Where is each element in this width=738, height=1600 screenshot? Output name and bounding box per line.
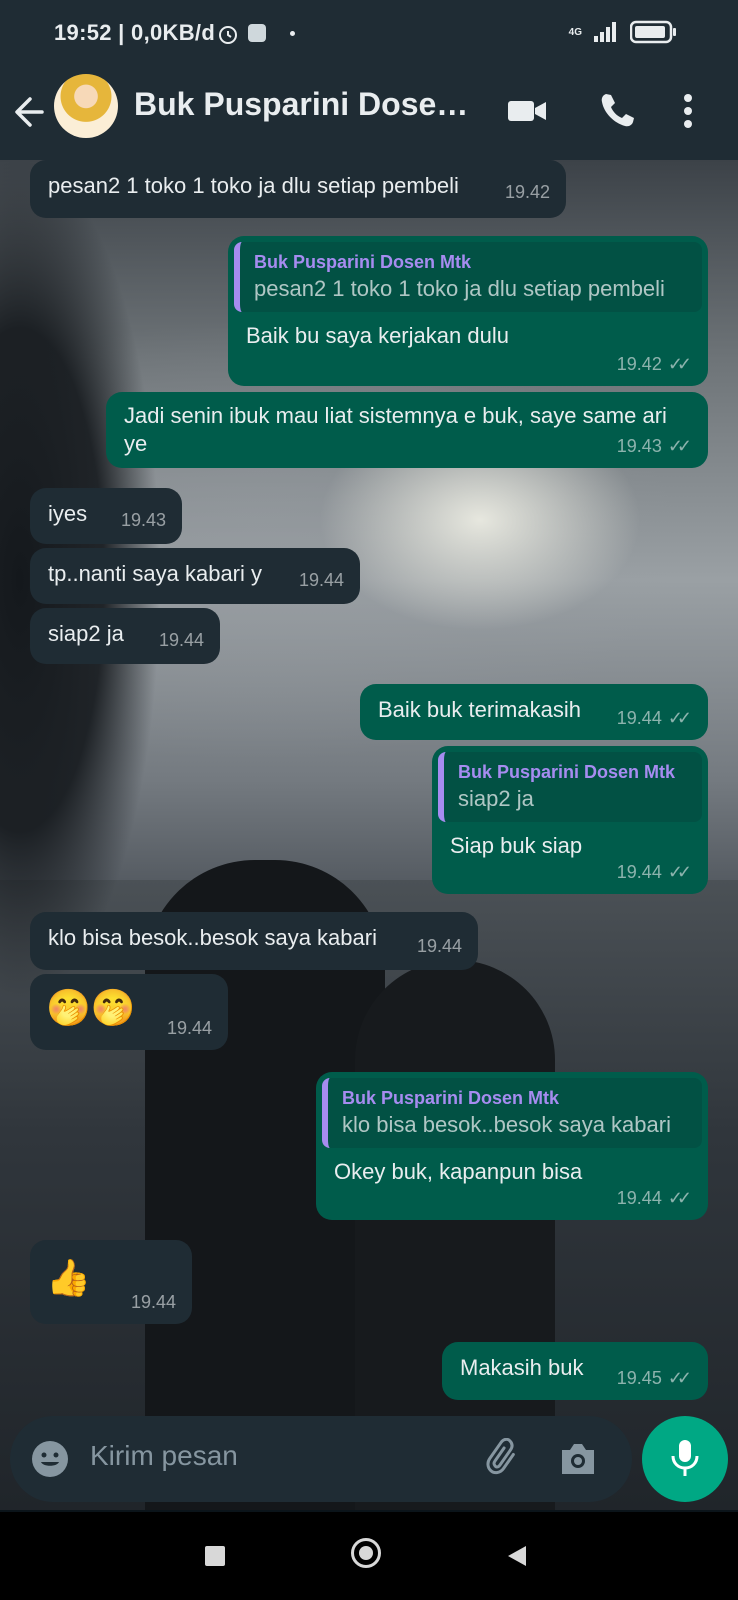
emoji-icon[interactable] bbox=[30, 1439, 70, 1479]
signal-icon bbox=[594, 22, 616, 42]
message-meta: 19.44 ✓✓ bbox=[617, 858, 692, 886]
alarm-icon bbox=[219, 26, 237, 44]
double-check-icon: ✓✓ bbox=[667, 1368, 692, 1388]
message-meta: 19.43 bbox=[121, 506, 166, 534]
system-nav-bar bbox=[0, 1512, 738, 1600]
message-outgoing[interactable]: Baik buk terimakasih 19.44 ✓✓ bbox=[360, 684, 708, 740]
message-incoming[interactable]: tp..nanti saya kabari y 19.44 bbox=[30, 548, 360, 604]
message-meta: 19.42 ✓✓ bbox=[617, 350, 692, 378]
battery-icon bbox=[630, 20, 676, 44]
message-time: 19.42 bbox=[616, 354, 662, 374]
message-incoming[interactable]: klo bisa besok..besok saya kabari 19.44 bbox=[30, 912, 478, 970]
quoted-text: klo bisa besok..besok saya kabari bbox=[342, 1112, 671, 1137]
message-outgoing[interactable]: Jadi senin ibuk mau liat sistemnya e buk… bbox=[106, 392, 708, 468]
double-check-icon: ✓✓ bbox=[667, 1188, 692, 1208]
more-vert-icon[interactable] bbox=[672, 88, 704, 134]
status-bar: 19:52 | 0,0KB/d 4G bbox=[0, 0, 738, 66]
message-incoming[interactable]: pesan2 1 toko 1 toko ja dlu setiap pembe… bbox=[30, 160, 566, 218]
message-incoming[interactable]: siap2 ja 19.44 bbox=[30, 608, 220, 664]
message-time: 19.44 bbox=[616, 862, 662, 882]
square-icon[interactable] bbox=[205, 1546, 225, 1566]
quoted-sender: Buk Pusparini Dosen Mtk bbox=[458, 762, 676, 782]
message-time: 19.44 bbox=[616, 708, 662, 728]
paperclip-icon[interactable] bbox=[484, 1438, 526, 1480]
message-meta: 19.44 ✓✓ bbox=[617, 1184, 692, 1212]
chat-header: Buk Pusparini Dosen… bbox=[0, 66, 738, 160]
message-time: 19.42 bbox=[504, 182, 550, 202]
message-composer[interactable]: Kirim pesan bbox=[10, 1416, 632, 1502]
message-meta: 19.44 bbox=[159, 626, 204, 654]
status-time: 19:52 | 0,0KB/d bbox=[54, 20, 216, 45]
phone-icon[interactable] bbox=[594, 88, 640, 134]
message-incoming[interactable]: 🤭🤭 19.44 bbox=[30, 974, 228, 1050]
quoted-text: siap2 ja bbox=[458, 786, 534, 811]
message-text: klo bisa besok..besok saya kabari bbox=[48, 925, 377, 950]
message-input[interactable]: Kirim pesan bbox=[90, 1440, 238, 1472]
message-meta: 19.42 bbox=[505, 178, 550, 206]
message-time: 19.44 bbox=[158, 630, 204, 650]
network-type: 4G bbox=[568, 26, 582, 38]
mic-icon bbox=[671, 1440, 699, 1476]
double-check-icon: ✓✓ bbox=[667, 862, 692, 882]
message-outgoing[interactable]: Buk Pusparini Dosen Mtk klo bisa besok..… bbox=[316, 1072, 708, 1220]
message-time: 19.44 bbox=[166, 1018, 212, 1038]
video-call-icon[interactable] bbox=[504, 88, 550, 134]
circle-icon[interactable] bbox=[351, 1538, 381, 1568]
message-time: 19.44 bbox=[130, 1292, 176, 1312]
avatar[interactable] bbox=[54, 74, 118, 138]
message-meta: 19.44 bbox=[417, 932, 462, 960]
quoted-message[interactable]: Buk Pusparini Dosen Mtk siap2 ja bbox=[438, 752, 702, 822]
message-time: 19.45 bbox=[616, 1368, 662, 1388]
message-meta: 19.44 bbox=[167, 1014, 212, 1042]
message-outgoing[interactable]: Makasih buk 19.45 ✓✓ bbox=[442, 1342, 708, 1400]
message-meta: 19.44 bbox=[299, 566, 344, 594]
message-time: 19.44 bbox=[416, 936, 462, 956]
message-time: 19.43 bbox=[120, 510, 166, 530]
mic-button[interactable] bbox=[642, 1416, 728, 1502]
camera-icon[interactable] bbox=[558, 1440, 598, 1478]
double-check-icon: ✓✓ bbox=[667, 354, 692, 374]
message-incoming[interactable]: iyes 19.43 bbox=[30, 488, 182, 544]
quoted-message[interactable]: Buk Pusparini Dosen Mtk klo bisa besok..… bbox=[322, 1078, 702, 1148]
status-right: 4G bbox=[569, 20, 678, 44]
message-time: 19.43 bbox=[616, 436, 662, 456]
message-meta: 19.43 ✓✓ bbox=[617, 432, 692, 460]
quoted-sender: Buk Pusparini Dosen Mtk bbox=[254, 252, 472, 272]
message-incoming[interactable]: 👍 19.44 bbox=[30, 1240, 192, 1324]
double-check-icon: ✓✓ bbox=[667, 708, 692, 728]
app-notification-icon bbox=[248, 24, 266, 42]
triangle-back-icon[interactable] bbox=[506, 1544, 528, 1568]
message-meta: 19.45 ✓✓ bbox=[617, 1364, 692, 1392]
quoted-sender: Buk Pusparini Dosen Mtk bbox=[342, 1088, 560, 1108]
message-outgoing[interactable]: Buk Pusparini Dosen Mtk siap2 ja Siap bu… bbox=[432, 746, 708, 894]
message-time: 19.44 bbox=[616, 1188, 662, 1208]
message-time: 19.44 bbox=[298, 570, 344, 590]
double-check-icon: ✓✓ bbox=[667, 436, 692, 456]
quoted-text: pesan2 1 toko 1 toko ja dlu setiap pembe… bbox=[254, 276, 665, 301]
message-text: pesan2 1 toko 1 toko ja dlu setiap pembe… bbox=[48, 173, 459, 198]
message-meta: 19.44 bbox=[131, 1288, 176, 1316]
quoted-message[interactable]: Buk Pusparini Dosen Mtk pesan2 1 toko 1 … bbox=[234, 242, 702, 312]
arrow-left-icon[interactable] bbox=[12, 88, 52, 136]
contact-name[interactable]: Buk Pusparini Dosen… bbox=[134, 86, 474, 123]
message-outgoing[interactable]: Buk Pusparini Dosen Mtk pesan2 1 toko 1 … bbox=[228, 236, 708, 386]
message-meta: 19.44 ✓✓ bbox=[617, 704, 692, 732]
dot-icon bbox=[290, 31, 295, 36]
